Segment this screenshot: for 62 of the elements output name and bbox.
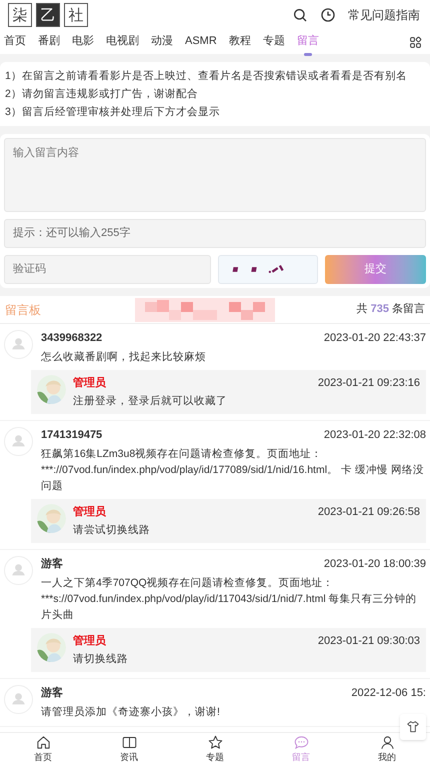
nav-tab[interactable]: 电视剧 xyxy=(106,32,139,52)
user-name: 游客 xyxy=(41,556,63,572)
avatar-icon xyxy=(4,685,33,714)
bottom-nav-item[interactable]: 我的 xyxy=(344,733,430,766)
count-label: 条留言 xyxy=(392,302,425,318)
comment-text: 狂飙第16集LZm3u8视频存在问题请检查修复。页面地址：***://07vod.fun/index.php/vod/play/id/177089/sid/1/nid/16.html。 卡 缓冲慢 网络没问题 xyxy=(41,446,425,494)
logo-character: 社 xyxy=(64,3,88,27)
bottom-nav-item[interactable]: 资讯 xyxy=(86,733,172,766)
comment-time: 2023-01-20 22:43:37 xyxy=(324,331,426,346)
comment-text: 一人之下第4季707QQ视频存在问题请检查修复。页面地址：***s://07vod.fun/index.php/vod/play/id/117043/sid/1/nid/7.html 每集只有三分钟的片头曲 xyxy=(41,576,418,622)
reply-text: 请尝试切换线路 xyxy=(73,523,151,538)
user-name: 游客 xyxy=(41,686,63,701)
nav-tab[interactable]: 教程 xyxy=(228,32,251,52)
chat-icon xyxy=(294,734,308,750)
nav-tab[interactable]: 番剧 xyxy=(38,32,60,52)
admin-name: 管理员 xyxy=(73,504,106,520)
comment-time: 2023-01-20 18:00:39 xyxy=(324,557,426,572)
home-icon xyxy=(36,734,50,750)
nav-tab[interactable]: 电影 xyxy=(72,32,94,52)
comment-text: 请管理员添加《奇迹寨小孩》，谢谢! xyxy=(41,704,221,720)
board-title: 留言板 xyxy=(5,302,41,318)
shirt-icon xyxy=(406,720,420,734)
logo-character: 柒 xyxy=(8,3,32,27)
reply-time: 2023-01-21 09:30:03 xyxy=(318,634,420,648)
message-field[interactable]: 输入留言内容 xyxy=(4,138,426,212)
avatar-icon xyxy=(4,556,33,585)
person-icon xyxy=(380,734,394,750)
nav-tab[interactable]: 动漫 xyxy=(151,32,173,52)
comment-text: 怎么收藏番剧啊，找起来比较麻烦 xyxy=(41,350,207,364)
hint-text: 提示：还可以输入255字 xyxy=(13,226,130,242)
notice-text: 3）留言后经管理审核并处理后下方才会显示 xyxy=(5,105,221,120)
bottom-nav-item[interactable]: 专题 xyxy=(172,733,258,766)
captcha-image[interactable] xyxy=(218,255,318,284)
notice-text: 1）在留言之前请看看影片是否上映过、查看片名是否搜索错误或者看看是否有别名 xyxy=(5,69,408,84)
avatar-icon xyxy=(4,330,33,359)
guide-link[interactable]: 常见问题指南 xyxy=(348,6,420,24)
grid-menu-icon[interactable] xyxy=(409,36,422,48)
reply-text: 注册登录，登录后就可以收藏了 xyxy=(73,394,228,409)
star-icon xyxy=(208,734,222,750)
search-icon[interactable] xyxy=(292,7,308,23)
user-name: 3439968322 xyxy=(41,331,102,346)
book-icon xyxy=(122,734,136,750)
bottom-nav-item[interactable]: 首页 xyxy=(0,733,86,766)
admin-name: 管理员 xyxy=(73,634,106,648)
user-name: 1741319475 xyxy=(41,428,102,443)
nav-tab[interactable]: 专题 xyxy=(262,32,285,52)
admin-name: 管理员 xyxy=(73,376,106,390)
comment-time: 2022-12-06 15: xyxy=(351,686,426,701)
nav-tab[interactable]: 首页 xyxy=(4,32,26,52)
notice-text: 2）请勿留言违规影或打广告，谢谢配合 xyxy=(5,87,199,102)
comment-time: 2023-01-20 22:32:08 xyxy=(324,428,426,443)
shirt-button[interactable] xyxy=(400,714,426,740)
captcha-field[interactable]: 验证码 xyxy=(4,255,211,284)
logo-character: 乙 xyxy=(36,3,60,27)
reply-time: 2023-01-21 09:26:58 xyxy=(318,504,420,520)
reply-text: 请切换线路 xyxy=(73,652,129,667)
message-count: 735 xyxy=(370,302,389,318)
avatar-icon xyxy=(4,427,33,456)
nav-tab[interactable]: ASMR xyxy=(185,32,217,52)
reply-time: 2023-01-21 09:23:16 xyxy=(318,376,420,390)
clock-icon[interactable] xyxy=(320,7,336,23)
count-label: 共 xyxy=(356,302,368,318)
